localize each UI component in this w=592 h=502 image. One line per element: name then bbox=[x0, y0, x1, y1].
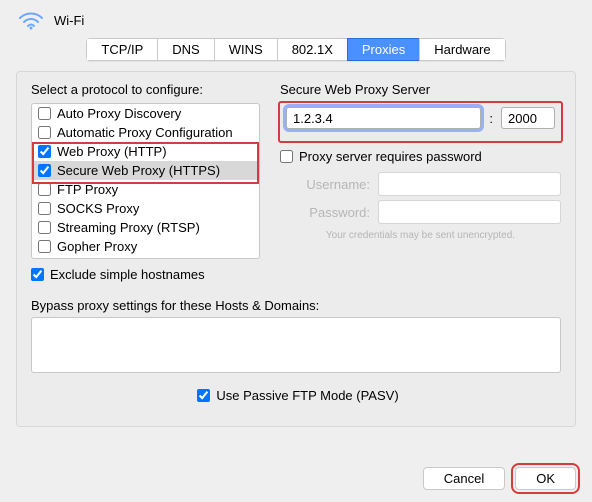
requires-password-label: Proxy server requires password bbox=[299, 149, 482, 164]
protocol-checkbox[interactable] bbox=[38, 164, 51, 177]
protocol-item[interactable]: FTP Proxy bbox=[32, 180, 259, 199]
protocol-item[interactable]: Secure Web Proxy (HTTPS) bbox=[32, 161, 259, 180]
protocol-label: Web Proxy (HTTP) bbox=[57, 144, 167, 159]
protocol-label: Automatic Proxy Configuration bbox=[57, 125, 233, 140]
protocol-checkbox[interactable] bbox=[38, 145, 51, 158]
tab-8021x[interactable]: 802.1X bbox=[277, 38, 347, 61]
protocol-label: Auto Proxy Discovery bbox=[57, 106, 181, 121]
passive-ftp-checkbox[interactable] bbox=[197, 389, 210, 402]
protocol-item[interactable]: SOCKS Proxy bbox=[32, 199, 259, 218]
protocol-checkbox[interactable] bbox=[38, 221, 51, 234]
tab-bar: TCP/IPDNSWINS802.1XProxiesHardware bbox=[0, 36, 592, 71]
tab-tcpip[interactable]: TCP/IP bbox=[86, 38, 157, 61]
server-section-label: Secure Web Proxy Server bbox=[280, 82, 561, 97]
tab-hardware[interactable]: Hardware bbox=[419, 38, 505, 61]
exclude-hostnames-label: Exclude simple hostnames bbox=[50, 267, 205, 282]
protocol-checkbox[interactable] bbox=[38, 202, 51, 215]
protocol-label: Streaming Proxy (RTSP) bbox=[57, 220, 200, 235]
address-port-separator: : bbox=[487, 111, 495, 126]
bypass-textarea[interactable] bbox=[31, 317, 561, 373]
tab-wins[interactable]: WINS bbox=[214, 38, 277, 61]
username-input[interactable] bbox=[378, 172, 561, 196]
ok-button[interactable]: OK bbox=[515, 467, 576, 490]
bypass-label: Bypass proxy settings for these Hosts & … bbox=[31, 298, 561, 313]
wifi-icon bbox=[18, 10, 44, 30]
protocol-label: Secure Web Proxy (HTTPS) bbox=[57, 163, 220, 178]
server-highlight: : bbox=[278, 101, 563, 143]
protocol-label: Gopher Proxy bbox=[57, 239, 137, 254]
protocol-item[interactable]: Gopher Proxy bbox=[32, 237, 259, 256]
tab-dns[interactable]: DNS bbox=[157, 38, 213, 61]
tab-proxies[interactable]: Proxies bbox=[347, 38, 419, 61]
proxy-port-input[interactable] bbox=[501, 107, 555, 129]
cancel-button[interactable]: Cancel bbox=[423, 467, 505, 490]
protocol-section-label: Select a protocol to configure: bbox=[31, 82, 260, 97]
protocol-list[interactable]: Auto Proxy Discovery Automatic Proxy Conf… bbox=[31, 103, 260, 259]
username-label: Username: bbox=[280, 177, 370, 192]
protocol-item[interactable]: Auto Proxy Discovery bbox=[32, 104, 259, 123]
protocol-checkbox[interactable] bbox=[38, 107, 51, 120]
protocol-item[interactable]: Web Proxy (HTTP) bbox=[32, 142, 259, 161]
password-label: Password: bbox=[280, 205, 370, 220]
protocol-label: FTP Proxy bbox=[57, 182, 118, 197]
exclude-hostnames-checkbox[interactable] bbox=[31, 268, 44, 281]
password-input[interactable] bbox=[378, 200, 561, 224]
credentials-note: Your credentials may be sent unencrypted… bbox=[280, 230, 561, 241]
requires-password-checkbox[interactable] bbox=[280, 150, 293, 163]
proxy-address-input[interactable] bbox=[286, 107, 481, 129]
window-title: Wi-Fi bbox=[54, 13, 84, 28]
protocol-checkbox[interactable] bbox=[38, 126, 51, 139]
protocol-label: SOCKS Proxy bbox=[57, 201, 139, 216]
protocol-checkbox[interactable] bbox=[38, 240, 51, 253]
protocol-item[interactable]: Automatic Proxy Configuration bbox=[32, 123, 259, 142]
protocol-item[interactable]: Streaming Proxy (RTSP) bbox=[32, 218, 259, 237]
protocol-checkbox[interactable] bbox=[38, 183, 51, 196]
passive-ftp-label: Use Passive FTP Mode (PASV) bbox=[216, 388, 398, 403]
